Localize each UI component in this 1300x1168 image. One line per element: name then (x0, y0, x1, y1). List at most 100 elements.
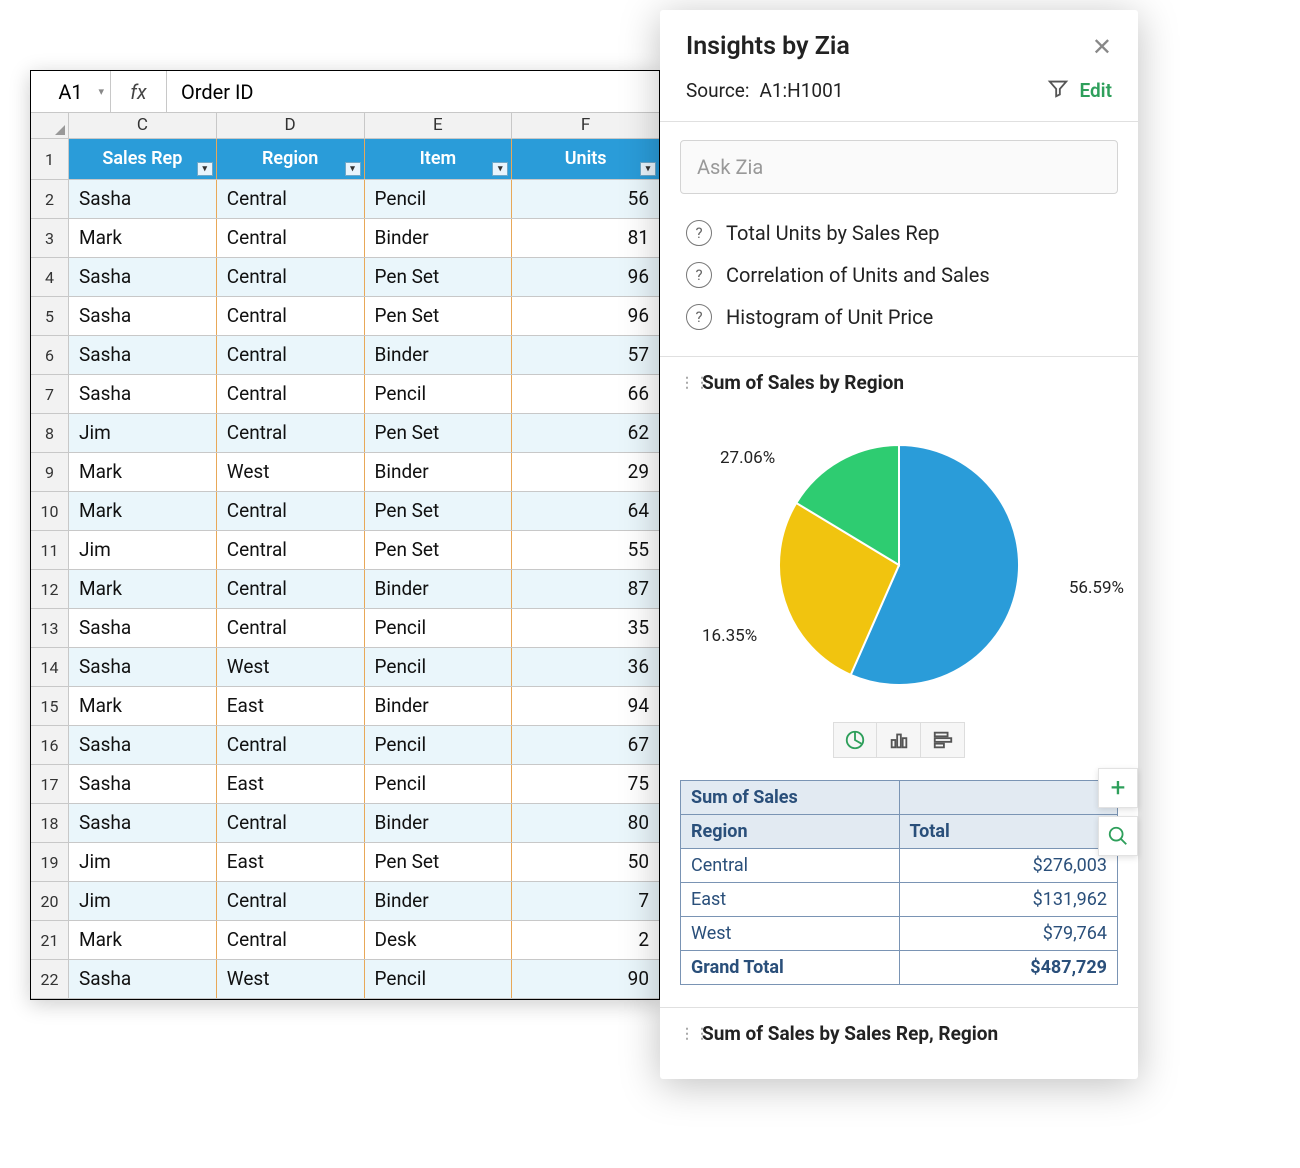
filter-dropdown-icon[interactable]: ▾ (345, 162, 361, 176)
cell-units[interactable]: 64 (512, 492, 659, 530)
row-header[interactable]: 18 (31, 804, 69, 842)
cell-region[interactable]: Central (217, 882, 365, 920)
cell-sales-rep[interactable]: Sasha (69, 180, 217, 218)
cell-sales-rep[interactable]: Sasha (69, 804, 217, 842)
suggestion-item[interactable]: ? Histogram of Unit Price (686, 296, 1112, 338)
cell-sales-rep[interactable]: Sasha (69, 960, 217, 998)
row-header[interactable]: 8 (31, 414, 69, 452)
cell-item[interactable]: Pen Set (365, 297, 513, 335)
select-all-corner[interactable] (31, 113, 69, 138)
drag-handle-icon[interactable]: ⋮⋮ (680, 1026, 692, 1042)
row-header[interactable]: 2 (31, 180, 69, 218)
cell-region[interactable]: West (217, 960, 365, 998)
cell-sales-rep[interactable]: Jim (69, 843, 217, 881)
cell-item[interactable]: Pen Set (365, 492, 513, 530)
cell-item[interactable]: Binder (365, 882, 513, 920)
cell-region[interactable]: Central (217, 570, 365, 608)
cell-units[interactable]: 87 (512, 570, 659, 608)
header-region[interactable]: Region ▾ (217, 139, 365, 179)
row-header[interactable]: 13 (31, 609, 69, 647)
cell-sales-rep[interactable]: Jim (69, 531, 217, 569)
cell-units[interactable]: 66 (512, 375, 659, 413)
row-header[interactable]: 9 (31, 453, 69, 491)
col-header-d[interactable]: D (217, 113, 365, 138)
zoom-button[interactable] (1098, 816, 1138, 856)
col-header-c[interactable]: C (69, 113, 217, 138)
cell-region[interactable]: Central (217, 180, 365, 218)
cell-units[interactable]: 67 (512, 726, 659, 764)
cell-item[interactable]: Binder (365, 336, 513, 374)
cell-units[interactable]: 75 (512, 765, 659, 803)
ask-zia-input[interactable]: Ask Zia (680, 140, 1118, 194)
cell-item[interactable]: Pen Set (365, 258, 513, 296)
cell-region[interactable]: Central (217, 804, 365, 842)
cell-item[interactable]: Binder (365, 570, 513, 608)
cell-region[interactable]: East (217, 765, 365, 803)
cell-region[interactable]: West (217, 648, 365, 686)
cell-item[interactable]: Pencil (365, 765, 513, 803)
cell-item[interactable]: Pen Set (365, 531, 513, 569)
filter-dropdown-icon[interactable]: ▾ (492, 162, 508, 176)
cell-units[interactable]: 94 (512, 687, 659, 725)
cell-sales-rep[interactable]: Sasha (69, 765, 217, 803)
cell-units[interactable]: 57 (512, 336, 659, 374)
cell-sales-rep[interactable]: Mark (69, 219, 217, 257)
suggestion-item[interactable]: ? Total Units by Sales Rep (686, 212, 1112, 254)
cell-units[interactable]: 96 (512, 258, 659, 296)
suggestion-item[interactable]: ? Correlation of Units and Sales (686, 254, 1112, 296)
cell-region[interactable]: Central (217, 414, 365, 452)
cell-units[interactable]: 62 (512, 414, 659, 452)
header-units[interactable]: Units ▾ (512, 139, 659, 179)
cell-region[interactable]: Central (217, 375, 365, 413)
cell-region[interactable]: East (217, 843, 365, 881)
cell-sales-rep[interactable]: Jim (69, 414, 217, 452)
drag-handle-icon[interactable]: ⋮⋮ (680, 375, 692, 391)
edit-link[interactable]: Edit (1079, 79, 1112, 102)
cell-region[interactable]: Central (217, 531, 365, 569)
cell-units[interactable]: 80 (512, 804, 659, 842)
row-header[interactable]: 21 (31, 921, 69, 959)
cell-units[interactable]: 81 (512, 219, 659, 257)
row-header[interactable]: 5 (31, 297, 69, 335)
bar-chart-button[interactable] (877, 722, 921, 758)
cell-sales-rep[interactable]: Mark (69, 492, 217, 530)
row-header[interactable]: 11 (31, 531, 69, 569)
cell-sales-rep[interactable]: Sasha (69, 609, 217, 647)
filter-icon[interactable] (1047, 77, 1069, 103)
cell-sales-rep[interactable]: Sasha (69, 336, 217, 374)
cell-item[interactable]: Binder (365, 453, 513, 491)
cell-sales-rep[interactable]: Sasha (69, 648, 217, 686)
row-header[interactable]: 12 (31, 570, 69, 608)
cell-units[interactable]: 35 (512, 609, 659, 647)
fx-label[interactable]: fx (111, 71, 167, 112)
cell-units[interactable]: 7 (512, 882, 659, 920)
cell-item[interactable]: Desk (365, 921, 513, 959)
row-header[interactable]: 19 (31, 843, 69, 881)
cell-item[interactable]: Pencil (365, 180, 513, 218)
cell-sales-rep[interactable]: Mark (69, 687, 217, 725)
cell-region[interactable]: Central (217, 258, 365, 296)
cell-item[interactable]: Pencil (365, 609, 513, 647)
cell-region[interactable]: West (217, 453, 365, 491)
row-header[interactable]: 3 (31, 219, 69, 257)
cell-units[interactable]: 90 (512, 960, 659, 998)
add-button[interactable]: + (1098, 768, 1138, 808)
row-header[interactable]: 22 (31, 960, 69, 998)
cell-sales-rep[interactable]: Mark (69, 453, 217, 491)
row-header[interactable]: 14 (31, 648, 69, 686)
cell-region[interactable]: Central (217, 921, 365, 959)
cell-region[interactable]: Central (217, 609, 365, 647)
cell-item[interactable]: Binder (365, 804, 513, 842)
cell-item[interactable]: Pencil (365, 648, 513, 686)
hbar-chart-button[interactable] (921, 722, 965, 758)
col-header-f[interactable]: F (512, 113, 659, 138)
cell-region[interactable]: Central (217, 492, 365, 530)
formula-input[interactable]: Order ID (167, 80, 659, 104)
row-header[interactable]: 15 (31, 687, 69, 725)
cell-sales-rep[interactable]: Mark (69, 921, 217, 959)
row-header[interactable]: 16 (31, 726, 69, 764)
cell-item[interactable]: Pen Set (365, 414, 513, 452)
row-header[interactable]: 17 (31, 765, 69, 803)
header-sales-rep[interactable]: Sales Rep ▾ (69, 139, 217, 179)
cell-sales-rep[interactable]: Sasha (69, 297, 217, 335)
